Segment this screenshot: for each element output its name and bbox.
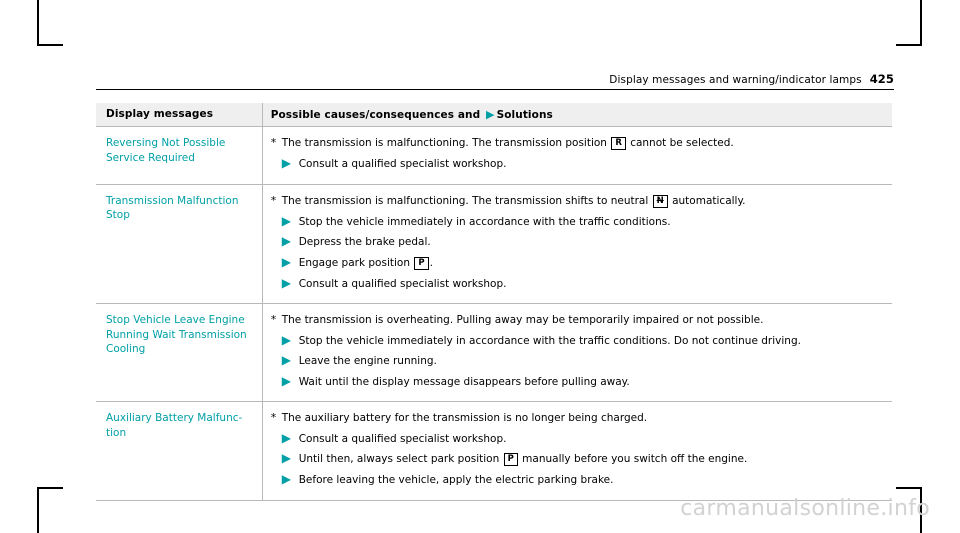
solution-text-after: . [429,256,433,269]
display-messages-table: Display messages Possible causes/consequ… [96,103,892,501]
solution-text: Depress the brake pedal. [298,236,431,248]
solution-text: Engage park position P. [299,256,882,271]
page-number: 425 [869,72,894,86]
arrow-right-icon: ▶ [281,451,291,465]
crop-mark-bottom-right-horizontal [896,487,922,489]
cause-text-before: The transmission is malfunctioning. The … [281,137,611,149]
transmission-position-glyph: N [652,194,668,208]
column-header-causes-solutions: Possible causes/consequences and ▶ Soluti… [263,103,892,126]
display-message-text: Reversing Not Possible Service Required [106,137,226,164]
solution-text: Leave the engine running. [298,355,437,367]
table-row: Reversing Not Possible Service Required … [96,126,892,185]
solution-text: Until then, always select park position … [299,452,882,467]
park-position-glyph: P [414,256,429,270]
message-cell: Transmission Malfunction Stop [96,184,263,304]
arrow-right-icon: ▶ [281,275,291,290]
cause-text-after: automatically. [668,194,746,207]
arrow-right-icon: ▶ [281,472,291,486]
solution-line: ▶ Stop the vehicle immediately in accord… [271,332,882,349]
cause-text: The auxiliary battery for the transmissi… [281,412,648,424]
solution-text: Consult a qualified specialist workshop. [298,432,507,445]
crop-mark-top-left-vertical [37,0,39,46]
solutions-cell: * The transmission is malfunctioning. Th… [262,184,892,304]
solutions-cell: * The auxiliary battery for the transmis… [262,401,892,501]
solution-line: ▶ Stop the vehicle immediately in accord… [271,213,882,230]
table-row: Transmission Malfunction Stop * The tran… [96,184,892,304]
cause-line: * The transmission is malfunctioning. Th… [271,136,882,151]
solution-line: ▶ Consult a qualified specialist worksho… [271,275,882,292]
watermark: carmanualsonline.info [680,496,930,521]
table-row: Auxiliary Battery Malfunc- tion * The au… [96,401,892,501]
crop-mark-top-right-vertical [920,0,922,46]
column-header-display-messages: Display messages [106,108,214,120]
solution-text: Before leaving the vehicle, apply the el… [298,474,614,486]
message-cell: Reversing Not Possible Service Required [96,126,263,185]
message-cell: Auxiliary Battery Malfunc- tion [96,401,263,501]
transmission-position-glyph: R [611,137,626,150]
display-message-text: Transmission Malfunction Stop [106,194,239,222]
solution-text-before: Engage park position [298,256,414,269]
message-cell: Stop Vehicle Leave Engine Running Wait T… [96,303,263,402]
solution-text-after: manually before you switch off the engin… [518,453,748,465]
table-row: Stop Vehicle Leave Engine Running Wait T… [96,303,892,402]
solution-text: Stop the vehicle immediately in accordan… [298,215,671,228]
running-header: Display messages and warning/indicator l… [609,72,894,86]
arrow-right-icon: ▶ [486,108,495,121]
cause-text: The transmission is overheating. Pulling… [281,314,764,326]
column-header-causes-text: Possible causes/consequences and [270,109,484,121]
column-header-solutions-text: Solutions [496,109,553,121]
cause-line: * The auxiliary battery for the transmis… [271,411,882,426]
cause-text: The transmission is malfunctioning. The … [282,194,882,209]
arrow-right-icon: ▶ [281,353,291,367]
arrow-right-icon: ▶ [281,234,291,248]
display-message-text: Auxiliary Battery Malfunc- tion [106,412,243,439]
arrow-right-icon: ▶ [281,373,291,388]
cause-marker: * [270,136,277,149]
display-message-text: Stop Vehicle Leave Engine Running Wait T… [106,314,247,355]
solution-text: Wait until the display message disappear… [298,375,630,388]
arrow-right-icon: ▶ [281,156,291,170]
running-header-title: Display messages and warning/indicator l… [609,74,862,86]
solution-line: ▶ Consult a qualified specialist worksho… [271,156,882,172]
table-header-cell-solutions: Possible causes/consequences and ▶ Soluti… [262,103,892,127]
solution-line: ▶ Wait until the display message disappe… [271,373,882,390]
cause-text: The transmission is malfunctioning. The … [282,136,882,151]
header-divider [96,89,894,90]
cause-marker: * [270,313,277,326]
solution-text: Stop the vehicle immediately in accordan… [298,334,801,347]
solutions-cell: * The transmission is malfunctioning. Th… [262,126,892,185]
solutions-cell: * The transmission is overheating. Pulli… [262,303,892,402]
solution-line: ▶ Depress the brake pedal. [271,234,882,250]
table-header-row: Display messages Possible causes/consequ… [96,103,892,127]
solution-line: ▶ Before leaving the vehicle, apply the … [271,472,882,488]
solution-text: Consult a qualified specialist workshop. [298,158,507,170]
arrow-right-icon: ▶ [281,254,291,269]
solution-line: ▶ Until then, always select park positio… [271,451,882,467]
solution-text-before: Until then, always select park position [298,453,503,465]
arrow-right-icon: ▶ [281,430,291,445]
crop-mark-top-right-horizontal [896,44,922,46]
cause-text-before: The transmission is malfunctioning. The … [281,194,652,207]
crop-mark-top-left-horizontal [37,44,63,46]
arrow-right-icon: ▶ [281,332,291,347]
solution-line: ▶ Consult a qualified specialist worksho… [271,430,882,447]
table-header-cell-messages: Display messages [96,103,263,127]
cause-line: * The transmission is malfunctioning. Th… [271,194,882,209]
solution-text: Consult a qualified specialist workshop. [298,277,507,290]
cause-marker: * [270,411,277,424]
cause-marker: * [270,193,277,207]
cause-text-after: cannot be selected. [626,137,734,149]
park-position-glyph: P [503,453,518,466]
cause-line: * The transmission is overheating. Pulli… [271,313,882,328]
solution-line: ▶ Engage park position P. [271,254,882,271]
arrow-right-icon: ▶ [281,213,291,228]
crop-mark-bottom-left-vertical [37,487,39,533]
solution-line: ▶ Leave the engine running. [271,353,882,369]
crop-mark-bottom-left-horizontal [37,487,63,489]
